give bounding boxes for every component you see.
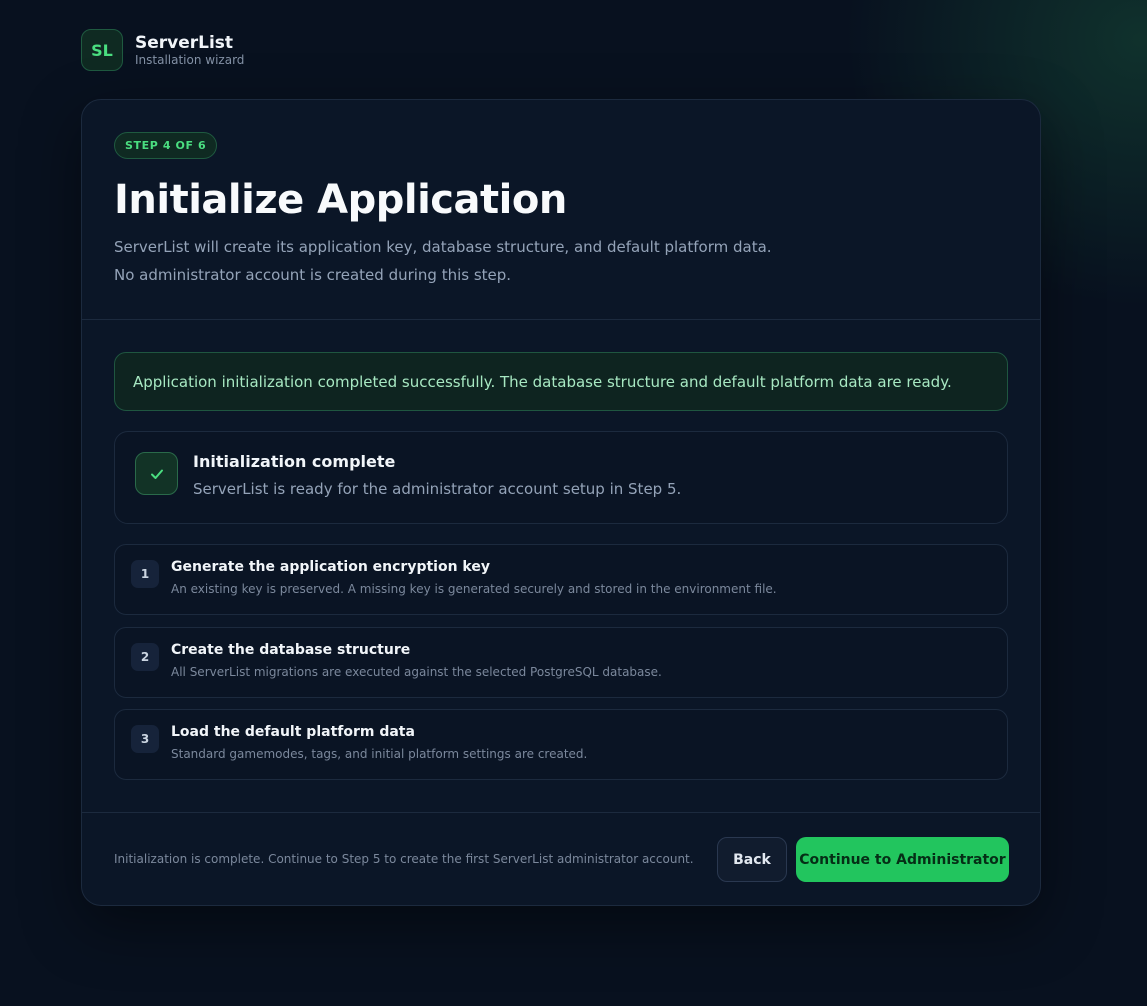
brand-subtitle: Installation wizard	[135, 52, 245, 67]
step-item-2: 2 Create the database structure All Serv…	[114, 627, 1008, 698]
step-item-3: 3 Load the default platform data Standar…	[114, 709, 1008, 780]
status-text: ServerList is ready for the administrato…	[193, 480, 682, 498]
step-number: 3	[131, 725, 159, 753]
step-description: All ServerList migrations are executed a…	[171, 665, 662, 679]
step-description: Standard gamemodes, tags, and initial pl…	[171, 747, 588, 761]
continue-to-administrator-button[interactable]: Continue to Administrator	[796, 837, 1009, 882]
card-footer: Initialization is complete. Continue to …	[82, 812, 1040, 905]
page-title: Initialize Application	[114, 177, 567, 223]
success-alert: Application initialization completed suc…	[114, 352, 1008, 411]
brand-name: ServerList	[135, 32, 234, 53]
card-header: STEP 4 OF 6 Initialize Application Serve…	[82, 100, 1040, 320]
status-box: Initialization complete ServerList is re…	[114, 431, 1008, 524]
step-number: 2	[131, 643, 159, 671]
success-alert-text: Application initialization completed suc…	[133, 372, 952, 391]
brand: SL ServerList Installation wizard	[81, 29, 244, 71]
brand-text: ServerList Installation wizard	[135, 33, 244, 68]
step-badge: STEP 4 OF 6	[114, 132, 218, 159]
wizard-card: STEP 4 OF 6 Initialize Application Serve…	[81, 99, 1041, 906]
footer-note: Initialization is complete. Continue to …	[114, 852, 694, 866]
step-item-1: 1 Generate the application encryption ke…	[114, 544, 1008, 615]
brand-logo: SL	[81, 29, 123, 71]
step-title: Load the default platform data	[171, 724, 415, 740]
back-button[interactable]: Back	[717, 837, 787, 882]
step-description: An existing key is preserved. A missing …	[171, 582, 777, 596]
page-description: ServerList will create its application k…	[114, 238, 772, 284]
status-title: Initialization complete	[193, 452, 396, 471]
step-title: Generate the application encryption key	[171, 559, 490, 575]
step-number: 1	[131, 560, 159, 588]
step-title: Create the database structure	[171, 642, 411, 658]
check-icon	[135, 452, 178, 495]
